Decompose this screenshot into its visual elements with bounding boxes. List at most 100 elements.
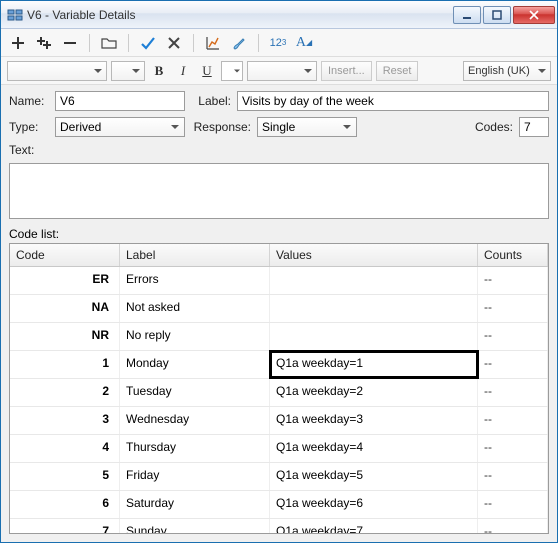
cell-label[interactable]: Wednesday	[120, 407, 270, 434]
label-label: Label:	[191, 94, 231, 108]
table-row[interactable]: 6SaturdayQ1a weekday=6--	[10, 491, 548, 519]
insert-button[interactable]: Insert...	[321, 61, 372, 81]
cell-values[interactable]: Q1a weekday=4	[270, 435, 478, 462]
cell-counts[interactable]: --	[478, 267, 548, 294]
cell-label[interactable]: Sunday	[120, 519, 270, 533]
format-toolbar: B I U Insert... Reset English (UK)	[1, 57, 557, 85]
cell-counts[interactable]: --	[478, 407, 548, 434]
name-field[interactable]	[55, 91, 185, 111]
col-code[interactable]: Code	[10, 244, 120, 266]
separator	[89, 34, 90, 52]
separator	[128, 34, 129, 52]
maximize-button[interactable]	[483, 6, 511, 24]
cell-counts[interactable]: --	[478, 519, 548, 533]
table-row[interactable]: 7SundayQ1a weekday=7--	[10, 519, 548, 533]
cell-label[interactable]: Saturday	[120, 491, 270, 518]
text-style-button[interactable]: A◢	[293, 32, 315, 54]
cell-code[interactable]: NR	[10, 323, 120, 350]
type-label: Type:	[9, 120, 49, 134]
add-button[interactable]	[7, 32, 29, 54]
accept-button[interactable]	[137, 32, 159, 54]
cell-label[interactable]: Not asked	[120, 295, 270, 322]
cell-values[interactable]: Q1a weekday=3	[270, 407, 478, 434]
cell-code[interactable]: NA	[10, 295, 120, 322]
col-label[interactable]: Label	[120, 244, 270, 266]
cell-label[interactable]: Tuesday	[120, 379, 270, 406]
table-row[interactable]: 1MondayQ1a weekday=1--	[10, 351, 548, 379]
cell-values[interactable]	[270, 267, 478, 294]
cell-code[interactable]: 7	[10, 519, 120, 533]
cell-counts[interactable]: --	[478, 323, 548, 350]
underline-button[interactable]: U	[197, 61, 217, 81]
table-row[interactable]: 3WednesdayQ1a weekday=3--	[10, 407, 548, 435]
cancel-button[interactable]	[163, 32, 185, 54]
table-row[interactable]: NRNo reply --	[10, 323, 548, 351]
window-buttons	[453, 6, 555, 24]
table-row[interactable]: ERErrors --	[10, 267, 548, 295]
table-row[interactable]: NANot asked --	[10, 295, 548, 323]
font-color-select[interactable]	[221, 61, 243, 81]
renumber-button[interactable]: 123	[267, 32, 289, 54]
cell-counts[interactable]: --	[478, 351, 548, 378]
window-title: V6 - Variable Details	[27, 8, 453, 22]
cell-code[interactable]: 5	[10, 463, 120, 490]
grid-body: ERErrors--NANot asked--NRNo reply--1Mond…	[10, 267, 548, 533]
cell-values[interactable]: Q1a weekday=1	[270, 351, 478, 378]
font-size-select[interactable]	[111, 61, 145, 81]
cell-values[interactable]: Q1a weekday=7	[270, 519, 478, 533]
table-row[interactable]: 5FridayQ1a weekday=5--	[10, 463, 548, 491]
cell-counts[interactable]: --	[478, 379, 548, 406]
cell-label[interactable]: Thursday	[120, 435, 270, 462]
italic-button[interactable]: I	[173, 61, 193, 81]
cell-label[interactable]: Errors	[120, 267, 270, 294]
cell-values[interactable]: Q1a weekday=5	[270, 463, 478, 490]
table-row[interactable]: 2TuesdayQ1a weekday=2--	[10, 379, 548, 407]
codes-field[interactable]	[519, 117, 549, 137]
minimize-button[interactable]	[453, 6, 481, 24]
cell-code[interactable]: 3	[10, 407, 120, 434]
cell-label[interactable]: Monday	[120, 351, 270, 378]
language-select[interactable]: English (UK)	[463, 61, 551, 81]
codelist-label: Code list:	[1, 223, 557, 243]
table-row[interactable]: 4ThursdayQ1a weekday=4--	[10, 435, 548, 463]
add-multi-button[interactable]	[33, 32, 55, 54]
brush-button[interactable]	[228, 32, 250, 54]
remove-button[interactable]	[59, 32, 81, 54]
open-folder-button[interactable]	[98, 32, 120, 54]
font-family-select[interactable]	[7, 61, 107, 81]
cell-label[interactable]: Friday	[120, 463, 270, 490]
chart-edit-button[interactable]	[202, 32, 224, 54]
close-button[interactable]	[513, 6, 555, 24]
variable-form: Name: Label: Type: Derived Response: Sin…	[1, 85, 557, 223]
cell-label[interactable]: No reply	[120, 323, 270, 350]
cell-values[interactable]: Q1a weekday=2	[270, 379, 478, 406]
cell-values[interactable]	[270, 295, 478, 322]
col-counts[interactable]: Counts	[478, 244, 548, 266]
type-select[interactable]: Derived	[55, 117, 185, 137]
separator	[193, 34, 194, 52]
cell-code[interactable]: 1	[10, 351, 120, 378]
cell-code[interactable]: 2	[10, 379, 120, 406]
titlebar: V6 - Variable Details	[1, 1, 557, 29]
cell-code[interactable]: 4	[10, 435, 120, 462]
cell-counts[interactable]: --	[478, 491, 548, 518]
cell-counts[interactable]: --	[478, 463, 548, 490]
cell-values[interactable]	[270, 323, 478, 350]
col-values[interactable]: Values	[270, 244, 478, 266]
grid-header: Code Label Values Counts	[10, 244, 548, 267]
window: V6 - Variable Details	[0, 0, 558, 543]
label-field[interactable]	[237, 91, 549, 111]
main-toolbar: 123 A◢	[1, 29, 557, 57]
text-field[interactable]	[9, 163, 549, 219]
bold-button[interactable]: B	[149, 61, 169, 81]
cell-code[interactable]: 6	[10, 491, 120, 518]
separator	[258, 34, 259, 52]
response-select[interactable]: Single	[257, 117, 357, 137]
reset-button[interactable]: Reset	[376, 61, 419, 81]
cell-counts[interactable]: --	[478, 435, 548, 462]
cell-counts[interactable]: --	[478, 295, 548, 322]
style-select[interactable]	[247, 61, 317, 81]
cell-values[interactable]: Q1a weekday=6	[270, 491, 478, 518]
name-label: Name:	[9, 94, 49, 108]
cell-code[interactable]: ER	[10, 267, 120, 294]
